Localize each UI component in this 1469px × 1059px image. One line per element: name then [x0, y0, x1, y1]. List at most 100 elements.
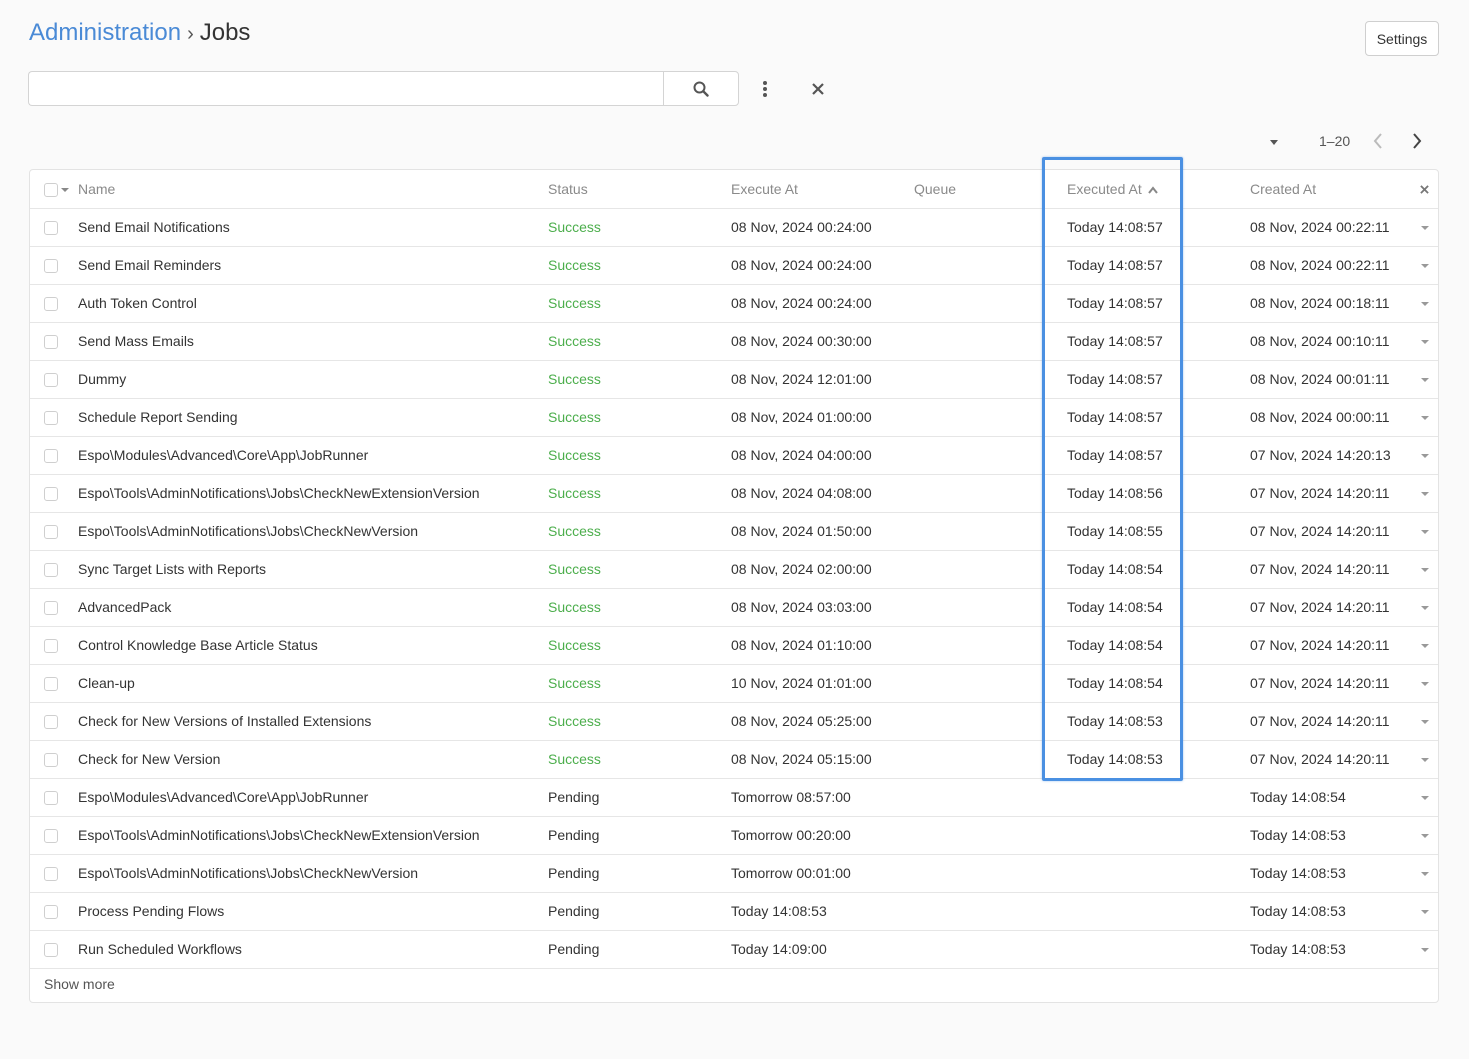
table-row[interactable]: Espo\Tools\AdminNotifications\Jobs\Check… [30, 474, 1438, 513]
table-row[interactable]: Send Email Notifications Success 08 Nov, 2… [30, 208, 1438, 247]
row-checkbox[interactable] [44, 373, 58, 388]
table-row[interactable]: Run Scheduled Workflows Pending Today 14:0… [30, 930, 1438, 969]
table-row[interactable]: Check for New Version Success 08 Nov, 2024… [30, 740, 1438, 779]
row-checkbox[interactable] [44, 563, 58, 578]
caret-down-icon[interactable] [61, 187, 69, 192]
job-name[interactable]: Process Pending Flows [78, 892, 548, 931]
caret-down-icon[interactable] [1421, 720, 1429, 725]
caret-down-icon[interactable] [1421, 606, 1429, 611]
caret-down-icon[interactable] [1421, 872, 1429, 877]
row-checkbox[interactable] [44, 449, 58, 464]
table-row[interactable]: Dummy Success 08 Nov, 2024 12:01:00 Today 1… [30, 360, 1438, 399]
job-name[interactable]: Auth Token Control [78, 284, 548, 323]
job-name[interactable]: Espo\Tools\AdminNotifications\Jobs\Check… [78, 816, 548, 855]
job-name[interactable]: Send Email Reminders [78, 246, 548, 285]
row-checkbox[interactable] [44, 411, 58, 426]
caret-down-icon[interactable] [1421, 454, 1429, 459]
table-row[interactable]: Control Knowledge Base Article Status Suc… [30, 626, 1438, 665]
row-checkbox[interactable] [44, 335, 58, 350]
table-row[interactable]: Espo\Modules\Advanced\Core\App\JobRunner… [30, 778, 1438, 817]
search-input[interactable] [28, 71, 664, 106]
row-checkbox[interactable] [44, 639, 58, 654]
table-row[interactable]: Clean-up Success 10 Nov, 2024 01:01:00 Toda… [30, 664, 1438, 703]
table-row[interactable]: Check for New Versions of Installed Exte… [30, 702, 1438, 741]
table-row[interactable]: Send Email Reminders Success 08 Nov, 2024 … [30, 246, 1438, 285]
reset-filter-button[interactable] [806, 77, 830, 101]
table-row[interactable]: Send Mass Emails Success 08 Nov, 2024 00:3… [30, 322, 1438, 361]
caret-down-icon[interactable] [1421, 416, 1429, 421]
caret-down-icon[interactable] [1421, 530, 1429, 535]
caret-down-icon[interactable] [1421, 226, 1429, 231]
table-row[interactable]: Espo\Tools\AdminNotifications\Jobs\Check… [30, 816, 1438, 855]
select-all-checkbox[interactable] [44, 182, 58, 197]
column-header-queue[interactable]: Queue [914, 170, 1055, 209]
caret-down-icon[interactable] [1421, 492, 1429, 497]
job-name[interactable]: Sync Target Lists with Reports [78, 550, 548, 589]
job-name[interactable]: Espo\Modules\Advanced\Core\App\JobRunner [78, 436, 548, 475]
table-row[interactable]: Espo\Tools\AdminNotifications\Jobs\Check… [30, 854, 1438, 893]
search-button[interactable] [663, 71, 739, 106]
row-checkbox[interactable] [44, 829, 58, 844]
job-name[interactable]: Clean-up [78, 664, 548, 703]
job-name[interactable]: Espo\Tools\AdminNotifications\Jobs\Check… [78, 854, 548, 893]
row-checkbox[interactable] [44, 221, 58, 236]
row-select-cell [30, 246, 78, 285]
job-name[interactable]: Espo\Tools\AdminNotifications\Jobs\Check… [78, 474, 548, 513]
row-checkbox[interactable] [44, 867, 58, 882]
table-row[interactable]: Espo\Tools\AdminNotifications\Jobs\Check… [30, 512, 1438, 551]
caret-down-icon[interactable] [1421, 834, 1429, 839]
table-row[interactable]: Auth Token Control Success 08 Nov, 2024 00… [30, 284, 1438, 323]
table-row[interactable]: Schedule Report Sending Success 08 Nov, 20… [30, 398, 1438, 437]
table-row[interactable]: Process Pending Flows Pending Today 14:08:… [30, 892, 1438, 931]
previous-page-button[interactable] [1372, 132, 1384, 155]
job-name[interactable]: Espo\Tools\AdminNotifications\Jobs\Check… [78, 512, 548, 551]
caret-down-icon[interactable] [1421, 644, 1429, 649]
row-checkbox[interactable] [44, 943, 58, 958]
caret-down-icon[interactable] [1421, 796, 1429, 801]
column-header-name[interactable]: Name [78, 170, 548, 209]
caret-down-icon[interactable] [1421, 948, 1429, 953]
row-checkbox[interactable] [44, 601, 58, 616]
column-header-status[interactable]: Status [548, 170, 731, 209]
filter-menu-button[interactable] [755, 77, 775, 101]
job-name[interactable]: Schedule Report Sending [78, 398, 548, 437]
caret-down-icon[interactable] [1421, 264, 1429, 269]
caret-down-icon[interactable] [1421, 568, 1429, 573]
caret-down-icon[interactable] [1270, 140, 1278, 145]
job-name[interactable]: Send Email Notifications [78, 208, 548, 247]
caret-down-icon[interactable] [1421, 758, 1429, 763]
row-checkbox[interactable] [44, 753, 58, 768]
row-checkbox[interactable] [44, 487, 58, 502]
column-header-execute-at[interactable]: Execute At [731, 170, 914, 209]
caret-down-icon[interactable] [1421, 378, 1429, 383]
job-name[interactable]: Control Knowledge Base Article Status [78, 626, 548, 665]
row-checkbox[interactable] [44, 791, 58, 806]
job-name[interactable]: Dummy [78, 360, 548, 399]
breadcrumb-administration-link[interactable]: Administration [29, 19, 181, 46]
row-checkbox[interactable] [44, 905, 58, 920]
close-icon[interactable] [1420, 185, 1429, 194]
table-row[interactable]: AdvancedPack Success 08 Nov, 2024 03:03:00… [30, 588, 1438, 627]
job-name[interactable]: Check for New Versions of Installed Exte… [78, 702, 548, 741]
row-checkbox[interactable] [44, 259, 58, 274]
show-more-link[interactable]: Show more [44, 976, 115, 992]
caret-down-icon[interactable] [1421, 682, 1429, 687]
job-name[interactable]: Check for New Version [78, 740, 548, 779]
row-checkbox[interactable] [44, 297, 58, 312]
settings-button[interactable]: Settings [1365, 21, 1439, 56]
next-page-button[interactable] [1411, 132, 1423, 155]
caret-down-icon[interactable] [1421, 302, 1429, 307]
row-checkbox[interactable] [44, 525, 58, 540]
column-header-created-at[interactable]: Created At [1238, 170, 1414, 209]
row-checkbox[interactable] [44, 677, 58, 692]
job-name[interactable]: Send Mass Emails [78, 322, 548, 361]
caret-down-icon[interactable] [1421, 910, 1429, 915]
column-header-executed-at[interactable]: Executed At [1055, 170, 1238, 209]
job-name[interactable]: Espo\Modules\Advanced\Core\App\JobRunner [78, 778, 548, 817]
row-checkbox[interactable] [44, 715, 58, 730]
table-row[interactable]: Sync Target Lists with Reports Success 08 … [30, 550, 1438, 589]
job-name[interactable]: AdvancedPack [78, 588, 548, 627]
job-name[interactable]: Run Scheduled Workflows [78, 930, 548, 969]
table-row[interactable]: Espo\Modules\Advanced\Core\App\JobRunner… [30, 436, 1438, 475]
caret-down-icon[interactable] [1421, 340, 1429, 345]
